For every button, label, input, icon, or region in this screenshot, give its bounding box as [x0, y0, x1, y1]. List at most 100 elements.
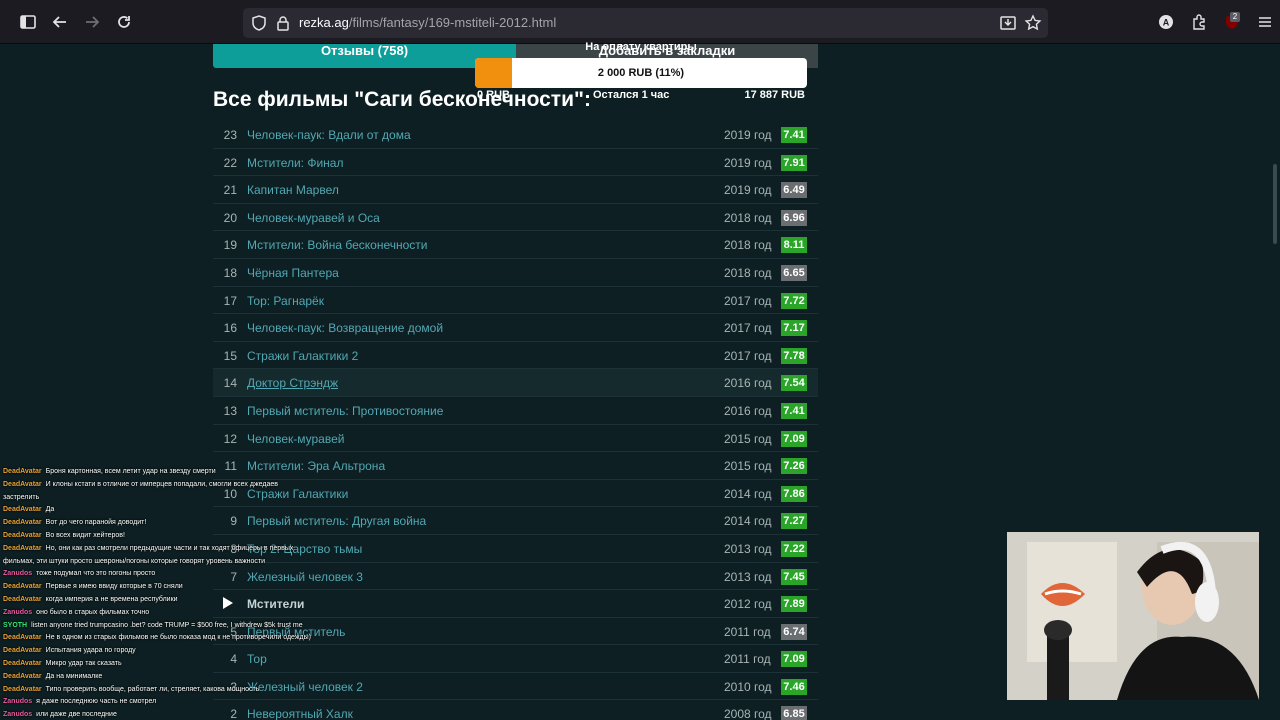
film-row[interactable]: 23 Человек-паук: Вдали от дома 2019 год 7.4…	[213, 121, 818, 149]
film-rating-badge: 7.89	[781, 596, 807, 613]
film-rating-badge: 7.72	[781, 292, 807, 309]
film-title-link[interactable]: Стражи Галактики 2	[247, 349, 358, 363]
address-bar[interactable]: rezka.ag/films/fantasy/169-mstiteli-2012…	[243, 8, 1048, 38]
chat-text: застрелить	[3, 493, 40, 501]
scrollbar-thumb[interactable]	[1273, 164, 1277, 244]
film-year: 2008 год	[724, 707, 772, 720]
film-year: 2012 год	[724, 597, 772, 612]
donation-progress-bar: 2 000 RUB (11%)	[475, 58, 807, 88]
film-title-link[interactable]: Человек-паук: Возвращение домой	[247, 321, 443, 335]
film-row[interactable]: 14 Доктор Стрэндж 2016 год 7.54	[213, 369, 818, 397]
shield-icon[interactable]	[250, 14, 268, 32]
film-title-link[interactable]: Капитан Марвел	[247, 183, 339, 197]
film-rating-badge: 8.11	[781, 237, 807, 254]
film-year: 2018 год	[724, 238, 772, 253]
url-domain: rezka.ag	[299, 15, 349, 30]
chat-text: я даже последнюю часть не смотрел	[36, 698, 157, 706]
film-title-link[interactable]: Чёрная Пантера	[247, 266, 339, 280]
film-title-link[interactable]: Мстители: Финал	[247, 156, 343, 170]
film-year: 2011 год	[724, 624, 771, 639]
back-icon[interactable]	[48, 10, 72, 34]
film-year: 2016 год	[724, 376, 772, 391]
film-number: 18	[223, 265, 237, 280]
film-row[interactable]: 20 Человек-муравей и Оса 2018 год 6.96	[213, 204, 818, 232]
webcam-feed	[1007, 532, 1259, 700]
chat-text: listen anyone tried trumpcasino .bet? co…	[31, 621, 303, 629]
film-title-link[interactable]: Человек-муравей	[247, 432, 344, 446]
film-row[interactable]: 16 Человек-паук: Возвращение домой 2017 го…	[213, 314, 818, 342]
film-rating-badge: 7.45	[781, 568, 807, 585]
film-year: 2010 год	[724, 679, 772, 694]
chat-message: DeadAvatar Микро удар так сказать	[3, 658, 343, 671]
chat-text: Типо проверить вообще, работает ли, стре…	[45, 685, 260, 693]
download-page-icon[interactable]	[999, 14, 1017, 32]
chat-text: оно было в старых фильмах точно	[36, 608, 150, 616]
film-row[interactable]: 17 Тор: Рагнарёк 2017 год 7.72	[213, 287, 818, 315]
account-icon[interactable]: A	[1154, 10, 1178, 34]
extensions-icon[interactable]	[1187, 10, 1211, 34]
film-rating-badge: 7.27	[781, 513, 807, 530]
film-title-link[interactable]: Человек-паук: Вдали от дома	[247, 128, 411, 142]
chat-text: Да	[45, 506, 55, 514]
chat-text: Вот до чего паранойя доводит!	[45, 519, 147, 527]
film-number: 22	[223, 155, 237, 170]
chat-text: или даже две последние	[36, 711, 117, 719]
scrollbar[interactable]	[1270, 44, 1280, 720]
film-row[interactable]: 15 Стражи Галактики 2 2017 год 7.78	[213, 342, 818, 370]
chat-message: Zanudos я даже последнюю часть не смотрел	[3, 696, 343, 709]
chat-text: Но, они как раз смотрели предыдущие част…	[45, 544, 294, 552]
film-rating-badge: 7.54	[781, 375, 807, 392]
forward-icon[interactable]	[80, 10, 104, 34]
chat-text: Не в одном из старых фильмов не было пок…	[45, 634, 311, 642]
lock-icon[interactable]	[274, 14, 292, 32]
film-number: 21	[223, 183, 237, 198]
film-row[interactable]: 18 Чёрная Пантера 2018 год 6.65	[213, 259, 818, 287]
donation-goal-widget: На оплату квартиры 2 000 RUB (11%) 0 RUB…	[475, 38, 807, 106]
chat-username: DeadAvatar	[3, 672, 42, 680]
film-title-link[interactable]: Человек-муравей и Оса	[247, 211, 380, 225]
chat-text: Броня картонная, всем летит удар на звез…	[45, 468, 216, 475]
chat-text: тоже подумал что это погоны просто	[36, 570, 156, 578]
film-year: 2019 год	[724, 155, 772, 170]
reload-icon[interactable]	[112, 10, 136, 34]
chat-username: DeadAvatar	[3, 583, 42, 591]
chat-message: DeadAvatar Первые я имею ввиду которые в …	[3, 581, 343, 594]
film-rating-badge: 7.86	[781, 485, 807, 502]
film-row[interactable]: 19 Мстители: Война бесконечности 2018 год 8…	[213, 231, 818, 259]
chat-message: DeadAvatar И клоны кстати в отличие от им…	[3, 479, 343, 492]
film-rating-badge: 6.49	[781, 182, 807, 199]
bookmark-star-icon[interactable]	[1024, 14, 1042, 32]
film-rating-badge: 7.26	[781, 458, 807, 475]
chat-message: Zanudos тоже подумал что это погоны прост…	[3, 568, 343, 581]
film-row[interactable]: 21 Капитан Марвел 2019 год 6.49	[213, 176, 818, 204]
film-title-link[interactable]: Первый мститель: Противостояние	[247, 404, 443, 418]
sidebar-toggle-icon[interactable]	[16, 10, 40, 34]
film-title-link[interactable]: Тор: Рагнарёк	[247, 294, 324, 308]
chat-username: DeadAvatar	[3, 531, 42, 539]
chat-username: DeadAvatar	[3, 506, 42, 514]
tab-reviews[interactable]: Отзывы (758)	[213, 44, 516, 68]
film-rating-badge: 7.46	[781, 678, 807, 695]
film-title-link[interactable]: Доктор Стрэндж	[247, 376, 338, 390]
chat-text: Микро удар так сказать	[45, 659, 122, 667]
chat-username: DeadAvatar	[3, 519, 42, 527]
chat-message: DeadAvatar Испытания удара по городу	[3, 645, 343, 658]
film-year: 2015 год	[724, 431, 772, 446]
donation-label: На оплату квартиры	[585, 41, 697, 53]
film-year: 2015 год	[724, 459, 772, 474]
chat-text: И клоны кстати в отличие от имперцев поп…	[45, 480, 278, 488]
film-year: 2014 год	[724, 486, 772, 501]
film-rating-badge: 7.78	[781, 347, 807, 364]
film-title-link[interactable]: Мстители: Война бесконечности	[247, 238, 427, 252]
film-row[interactable]: 13 Первый мститель: Противостояние 2016 го…	[213, 397, 818, 425]
film-row[interactable]: 12 Человек-муравей 2015 год 7.09	[213, 425, 818, 453]
chat-text: когда империя а не времена республики	[45, 595, 178, 603]
film-number: 20	[223, 210, 237, 225]
film-row[interactable]: 22 Мстители: Финал 2019 год 7.91	[213, 149, 818, 177]
stream-chat: DeadAvatar Броня картонная, всем летит уд…	[3, 466, 343, 720]
menu-icon[interactable]	[1253, 10, 1277, 34]
film-year: 2013 год	[724, 569, 772, 584]
film-year: 2013 год	[724, 541, 772, 556]
donation-min: 0 RUB	[477, 89, 511, 101]
chat-text: Во всех видит хейтеров!	[45, 531, 125, 539]
